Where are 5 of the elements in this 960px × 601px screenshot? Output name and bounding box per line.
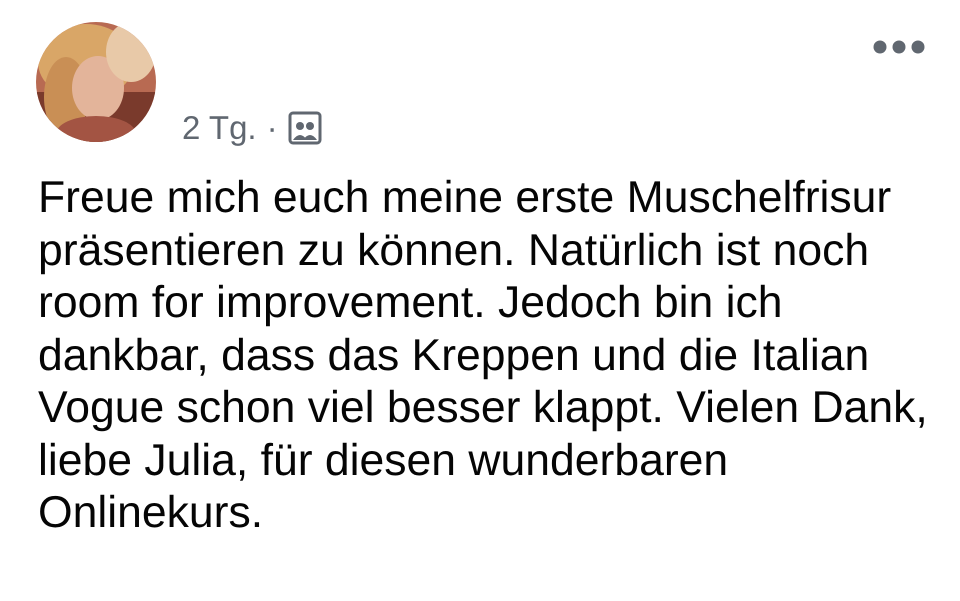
more-icon[interactable] — [873, 40, 925, 54]
separator-dot: · — [266, 109, 278, 147]
post-time[interactable]: 2 Tg. — [182, 109, 257, 147]
group-icon — [288, 111, 322, 145]
post-text: Freue mich euch meine erste Muschelfrisur präsentieren zu können. Natürlich ist noch room for improvement. Jedoch bin ich dankbar, dass das Kreppen und die Italian Vogue schon viel besser klappt. Vielen Dank, liebe Julia, für diesen wunderbaren Onlinekurs. — [38, 172, 929, 539]
